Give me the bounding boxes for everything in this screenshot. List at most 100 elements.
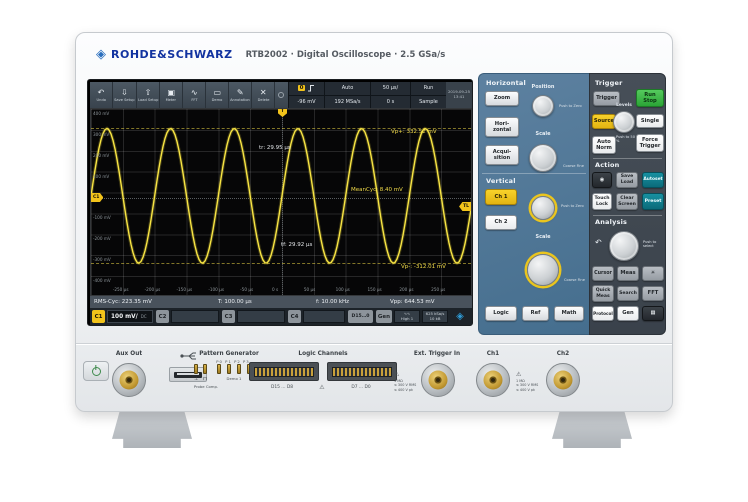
menu-grip-icon[interactable] (275, 82, 287, 108)
meas-button[interactable]: Meas (617, 266, 639, 281)
delete-icon: ✕ (259, 87, 267, 97)
logic-button[interactable]: Logic (485, 306, 517, 321)
screenshot-stage: ◈ ROHDE&SCHWARZ RTB2002 · Digital Oscill… (0, 0, 748, 502)
annotation-toolbar-button[interactable]: ✎ Annotation (229, 82, 253, 108)
math-button[interactable]: Math (554, 306, 584, 321)
measurement-vpp: Vpp: 644.53 mV (390, 299, 435, 305)
v-scale-hint: Coarse Fine (564, 278, 585, 282)
run-stop-button[interactable]: Run Stop (636, 89, 664, 107)
save-setup-label: Save Setup (114, 96, 135, 102)
load-setup-toolbar-button[interactable]: ⇧ Load Setup (137, 82, 161, 108)
time-label: -150 µs (176, 287, 193, 292)
trigger-heading: Trigger (595, 79, 623, 87)
fft-button[interactable]: FFT (642, 286, 664, 301)
right-foot (552, 410, 632, 448)
channel2-button[interactable]: Ch 2 (485, 215, 517, 230)
trigger-level-knob[interactable] (613, 111, 635, 133)
horizontal-position-value[interactable]: 0 s (371, 96, 410, 109)
preset-button[interactable]: Preset (642, 193, 664, 210)
autoset-button[interactable]: Autoset (642, 172, 664, 188)
channel4-badge[interactable]: C4 (288, 310, 301, 323)
clear-screen-button[interactable]: Clear Screen (616, 193, 638, 210)
channel1-settings-cell[interactable]: 100 mV/ DC (107, 310, 153, 323)
channel2-settings-cell[interactable] (171, 310, 219, 323)
save-setup-toolbar-button[interactable]: ⇩ Save Setup (113, 82, 137, 108)
horizontal-scale-knob[interactable] (529, 144, 557, 172)
ref-button[interactable]: Ref (522, 306, 549, 321)
meter-toolbar-button[interactable]: ▣ Meter (160, 82, 184, 108)
logic-warning-icon: ⚠ (319, 384, 325, 391)
channel1-scale: 100 mV/ (111, 313, 138, 320)
channel2-badge[interactable]: C2 (156, 310, 169, 323)
voltage-label: 200 mV (93, 152, 110, 158)
protocol-button[interactable]: Protocol (592, 306, 614, 321)
vp-minus-annotation: Vp-: -312.01 mV (401, 264, 446, 270)
fall-time-annotation: tf: 29.92 µs (281, 242, 313, 248)
digital-pod-badge[interactable]: D15…0 (348, 310, 373, 323)
channel1-button[interactable]: Ch 1 (485, 189, 517, 205)
channel3-settings-cell[interactable] (237, 310, 285, 323)
time-label: 50 µs (303, 287, 316, 292)
rs-screen-logo-icon: ◈ (456, 311, 464, 322)
warning-triangle-icon: ⚠ (394, 370, 400, 378)
ch2-label: Ch2 (556, 351, 570, 357)
display-intensity-button[interactable]: ☀ (642, 266, 664, 281)
vertical-scale-knob[interactable] (527, 254, 559, 286)
undo-toolbar-button[interactable]: ↶ Undo (90, 82, 113, 108)
search-button[interactable]: Search (617, 286, 639, 301)
zoom-button[interactable]: Zoom (485, 91, 519, 106)
horizontal-heading: Horizontal (486, 79, 526, 87)
demo-toolbar-button[interactable]: ▭ Demo (206, 82, 230, 108)
waveform-graticule: 400 mV 300 mV 200 mV 100 mV -100 mV -200 mV -3… (90, 108, 472, 296)
acquisition-button[interactable]: Acqui- sition (485, 145, 519, 165)
demo-icon: ▭ (213, 87, 222, 97)
measurement-period: T: 100.00 µs (218, 299, 252, 305)
trigger-level-value[interactable]: -96 mV (289, 96, 324, 109)
rising-edge-icon (308, 85, 315, 92)
aux-out-connector (112, 363, 146, 397)
save-load-button[interactable]: Save Load (616, 172, 638, 188)
fft-icon: ∿ (190, 87, 198, 97)
trigger-source-badge[interactable]: 0 (297, 85, 306, 92)
voltage-label: -100 mV (93, 215, 111, 221)
screenshot-button[interactable]: ◉ (592, 172, 612, 188)
horizontal-button[interactable]: Hori- zontal (485, 117, 519, 137)
time-label: -200 µs (144, 287, 161, 292)
run-state-value[interactable]: Run (411, 82, 446, 96)
back-arrow-icon[interactable]: ↶ (595, 239, 602, 247)
trigger-mode-value[interactable]: Auto (325, 82, 370, 96)
touch-lock-button[interactable]: Touch Lock (592, 193, 612, 210)
horizontal-position-knob[interactable] (532, 95, 554, 117)
generator-state-cell[interactable]: ∿∿ High 1 (394, 310, 420, 323)
timebase-value[interactable]: 50 µs/ (371, 82, 410, 96)
quick-meas-button[interactable]: Quick Meas (592, 285, 614, 302)
measurement-frequency: f: 10.00 kHz (316, 299, 350, 305)
fft-toolbar-button[interactable]: ∿ FFT (183, 82, 207, 108)
single-button[interactable]: Single (636, 114, 664, 128)
ext-trigger-connector (421, 363, 455, 397)
force-trigger-button[interactable]: Force Trigger (636, 134, 664, 152)
auto-norm-button[interactable]: Auto Norm (592, 136, 616, 154)
cursor-button[interactable]: Cursor (592, 266, 614, 281)
acquisition-mode-value[interactable]: Sample (411, 96, 446, 109)
h-position-hint: Push to Zero (559, 104, 582, 108)
navigation-knob[interactable] (609, 231, 639, 261)
rise-time-annotation: tr: 29.95 µs (259, 145, 291, 151)
h-position-label: Position (531, 84, 555, 90)
generator-badge[interactable]: Gen (376, 310, 392, 323)
load-setup-icon: ⇧ (144, 87, 152, 97)
generator-state: High 1 (400, 315, 414, 321)
gen-button[interactable]: Gen (617, 306, 639, 321)
apps-button[interactable]: ▦ (642, 306, 664, 321)
vertical-position-knob[interactable] (531, 196, 555, 220)
channel1-coupling: DC (140, 314, 147, 319)
voltage-label: -200 mV (93, 236, 111, 242)
channel1-badge[interactable]: C1 (92, 310, 105, 323)
delete-toolbar-button[interactable]: ✕ Delete (252, 82, 276, 108)
v-scale-label: Scale (535, 234, 551, 240)
channel3-badge[interactable]: C3 (222, 310, 235, 323)
channel4-settings-cell[interactable] (303, 310, 345, 323)
annotation-icon: ✎ (236, 87, 244, 97)
brightness-icon: ☀ (650, 270, 656, 277)
power-button[interactable] (83, 361, 109, 381)
